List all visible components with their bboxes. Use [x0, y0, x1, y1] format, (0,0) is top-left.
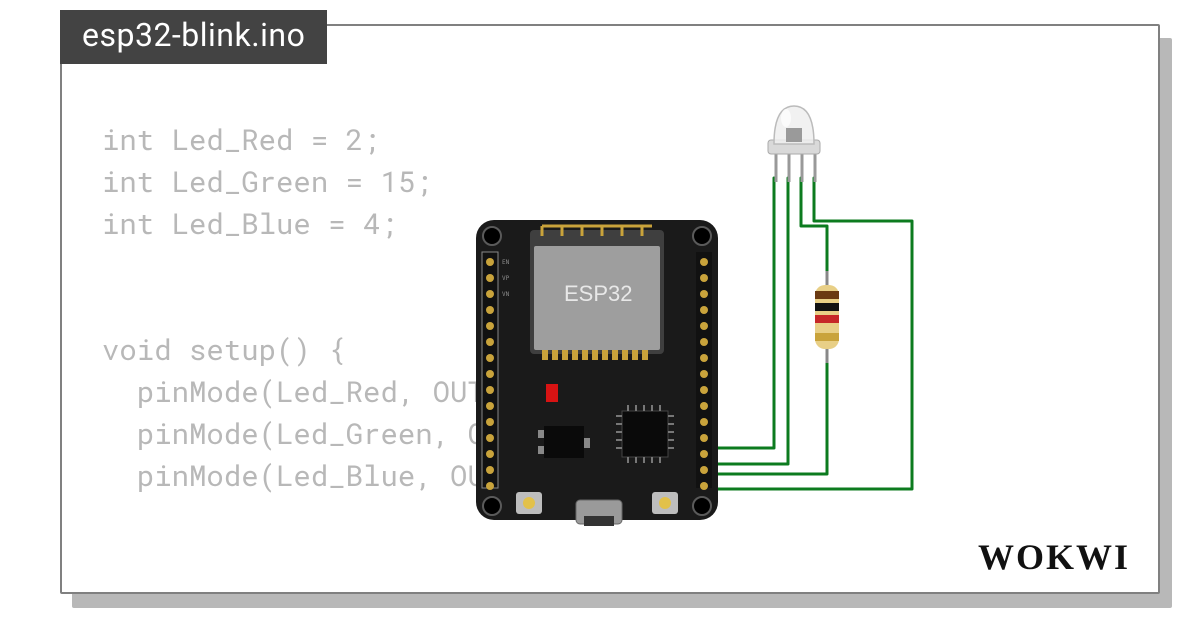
code-line: int Led_Blue = 4;	[102, 204, 398, 242]
file-tab[interactable]: esp32-blink.ino	[60, 10, 327, 64]
circuit-canvas[interactable]: EN VP VN ESP32	[432, 96, 1132, 546]
svg-text:VP: VP	[502, 275, 510, 282]
rgb-led[interactable]	[762, 100, 826, 190]
code-line: void setup() {	[102, 330, 346, 368]
en-button[interactable]	[652, 492, 678, 514]
boot-button[interactable]	[516, 492, 542, 514]
svg-text:VN: VN	[502, 291, 510, 298]
resistor[interactable]	[812, 271, 842, 363]
svg-text:EN: EN	[502, 259, 510, 266]
board-label: ESP32	[564, 281, 633, 306]
preview-card: int Led_Red = 2; int Led_Green = 15; int…	[60, 24, 1160, 594]
code-line: int Led_Red = 2;	[102, 120, 380, 158]
wokwi-logo: WOKWI	[978, 536, 1130, 578]
code-line: int Led_Green = 15;	[102, 162, 433, 200]
esp32-board[interactable]: EN VP VN ESP32	[472, 216, 722, 526]
